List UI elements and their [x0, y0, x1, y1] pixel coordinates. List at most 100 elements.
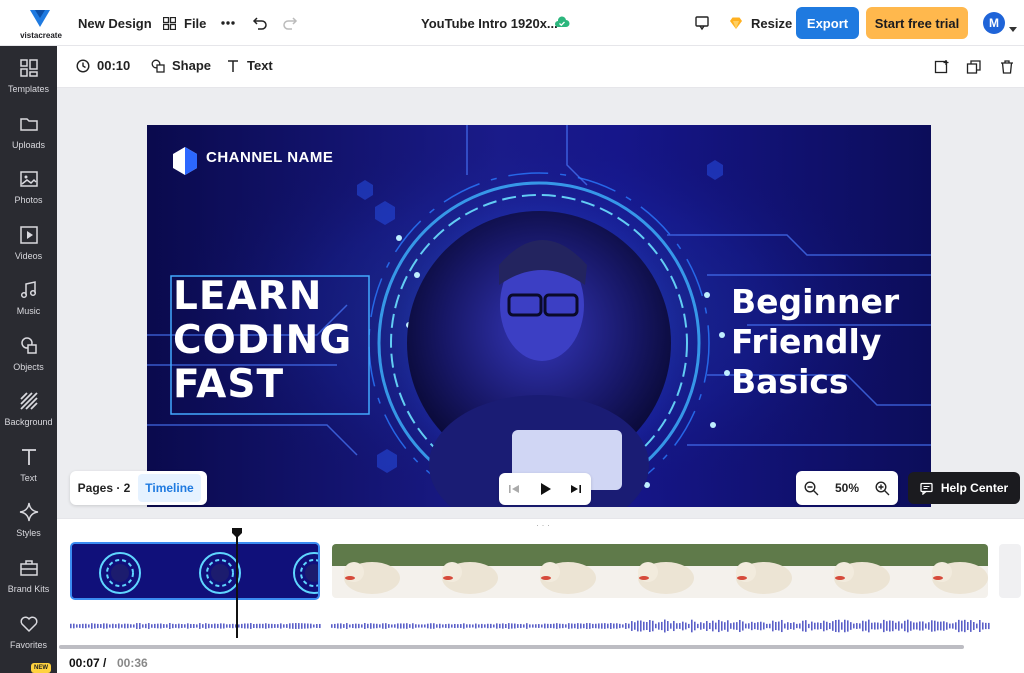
avatar[interactable]: M	[983, 12, 1005, 34]
more-icon[interactable]	[220, 15, 236, 31]
side-text-line: Friendly	[731, 322, 882, 361]
help-center-button[interactable]: Help Center	[908, 472, 1020, 504]
sidebar-item-photos[interactable]: Photos	[0, 157, 57, 213]
skip-forward-icon[interactable]	[570, 483, 582, 495]
sidebar-item-styles[interactable]: Styles	[0, 490, 57, 546]
duration-value: 00:10	[97, 58, 131, 73]
skip-back-icon[interactable]	[508, 483, 520, 495]
clip-thumbnails	[72, 544, 318, 598]
timeline-panel: · · · 00:07 / 00:36	[57, 518, 1024, 673]
text-label: Text	[247, 58, 273, 73]
timeline-scrollbar[interactable]	[59, 645, 964, 649]
shape-label: Shape	[172, 58, 212, 73]
templates-icon	[19, 59, 38, 77]
clock-icon	[76, 58, 90, 73]
current-time: 00:07 /	[69, 656, 107, 670]
sidebar-item-label: Videos	[14, 251, 43, 261]
dog-clip-thumbnails	[332, 544, 988, 598]
audio-waveform[interactable]	[70, 617, 990, 635]
side-text[interactable]: Beginner Friendly Basics	[731, 282, 921, 402]
sidebar-item-brand-kits[interactable]: Brand Kits	[0, 546, 57, 602]
sidebar-item-label: Photos	[14, 195, 43, 205]
sidebar-item-label: Styles	[16, 528, 41, 538]
sidebar-item-label: Background	[4, 417, 53, 427]
sidebar: Templates Uploads Photos Videos Music Ob…	[0, 46, 57, 673]
top-bar: vistacreate New Design File YouTube Intr…	[0, 0, 1024, 46]
pages-button[interactable]: Pages · 2	[70, 481, 138, 495]
shapes-icon	[20, 337, 37, 354]
heart-icon	[20, 616, 37, 633]
sidebar-item-label: Uploads	[11, 140, 46, 150]
headline[interactable]: LEARN CODING FAST	[173, 275, 363, 407]
sidebar-item-label: Objects	[13, 362, 44, 372]
channel-name[interactable]: CHANNEL NAME	[206, 149, 333, 166]
timeline-button[interactable]: Timeline	[138, 474, 201, 502]
text-icon	[21, 449, 36, 465]
sidebar-item-label: Favorites	[9, 640, 47, 650]
file-menu[interactable]: File	[163, 14, 206, 32]
shape-icon	[151, 59, 165, 73]
resize-label: Resize	[751, 15, 793, 31]
trash-icon[interactable]	[999, 59, 1015, 75]
sidebar-item-favorites[interactable]: Favorites	[0, 602, 57, 658]
sidebar-item-uploads[interactable]: Uploads	[0, 102, 57, 158]
add-page-icon[interactable]	[934, 59, 950, 75]
zoom-controls: 50%	[796, 471, 898, 505]
play-icon[interactable]	[538, 482, 552, 496]
video-icon	[19, 226, 38, 244]
timeline-clip-dog[interactable]	[332, 544, 988, 598]
sidebar-item-label: Music	[16, 306, 41, 316]
undo-icon[interactable]	[252, 15, 268, 31]
vistacreate-logo[interactable]: vistacreate	[16, 7, 66, 41]
zoom-level[interactable]: 50%	[835, 481, 859, 495]
logo-text: vistacreate	[20, 31, 62, 40]
headline-line: CODING	[173, 318, 353, 363]
help-center-label: Help Center	[940, 481, 1009, 495]
sidebar-item-text[interactable]: Text	[0, 435, 57, 491]
new-badge: NEW	[31, 663, 51, 673]
duration-button[interactable]: 00:10	[76, 58, 130, 73]
briefcase-icon	[19, 560, 38, 576]
sidebar-item-label: Brand Kits	[7, 584, 50, 594]
sidebar-item-background[interactable]: Background	[0, 379, 57, 435]
music-icon	[20, 281, 36, 299]
sidebar-item-label: Text	[20, 473, 37, 483]
sidebar-item-objects[interactable]: Objects	[0, 324, 57, 380]
add-clip-slot[interactable]	[999, 544, 1021, 598]
sidebar-item-templates[interactable]: Templates	[0, 46, 57, 102]
zoom-in-icon[interactable]	[875, 480, 890, 496]
page-controls: Pages · 2 Timeline	[70, 471, 207, 505]
total-time: 00:36	[117, 656, 148, 670]
start-free-trial-button[interactable]: Start free trial	[866, 7, 968, 39]
side-text-line: Beginner	[731, 282, 900, 321]
headline-line: FAST	[173, 362, 285, 407]
background-icon	[19, 392, 38, 410]
design-canvas[interactable]: CHANNEL NAME LEARN CODING FAST Beginner …	[147, 125, 931, 507]
duplicate-icon[interactable]	[966, 59, 982, 75]
playhead-handle-icon[interactable]	[231, 527, 243, 539]
sidebar-item-label: Templates	[7, 84, 50, 94]
grid-icon	[163, 16, 176, 30]
zoom-out-icon[interactable]	[804, 480, 819, 496]
redo-icon[interactable]	[282, 15, 298, 31]
editor-toolbar: 00:10 Shape Text	[57, 46, 1024, 88]
chevron-down-icon[interactable]	[1009, 20, 1017, 32]
comment-icon[interactable]	[694, 15, 710, 31]
sidebar-item-music[interactable]: Music	[0, 268, 57, 324]
chat-icon	[920, 482, 933, 495]
design-title[interactable]: YouTube Intro 1920x...	[421, 14, 558, 32]
resize-button[interactable]: Resize	[729, 14, 792, 32]
sparkle-icon	[19, 502, 38, 522]
file-label: File	[184, 15, 207, 31]
cloud-saved-icon	[554, 15, 570, 31]
resize-handle[interactable]: · · ·	[533, 520, 553, 530]
folder-icon	[19, 118, 38, 131]
export-button[interactable]: Export	[796, 7, 859, 39]
doc-name[interactable]: New Design	[78, 14, 152, 32]
sidebar-item-videos[interactable]: Videos	[0, 213, 57, 269]
image-icon	[19, 171, 38, 187]
playhead[interactable]	[236, 531, 238, 638]
timeline-clip-intro[interactable]	[70, 542, 320, 600]
text-button[interactable]: Text	[226, 58, 273, 73]
shape-button[interactable]: Shape	[151, 58, 211, 73]
